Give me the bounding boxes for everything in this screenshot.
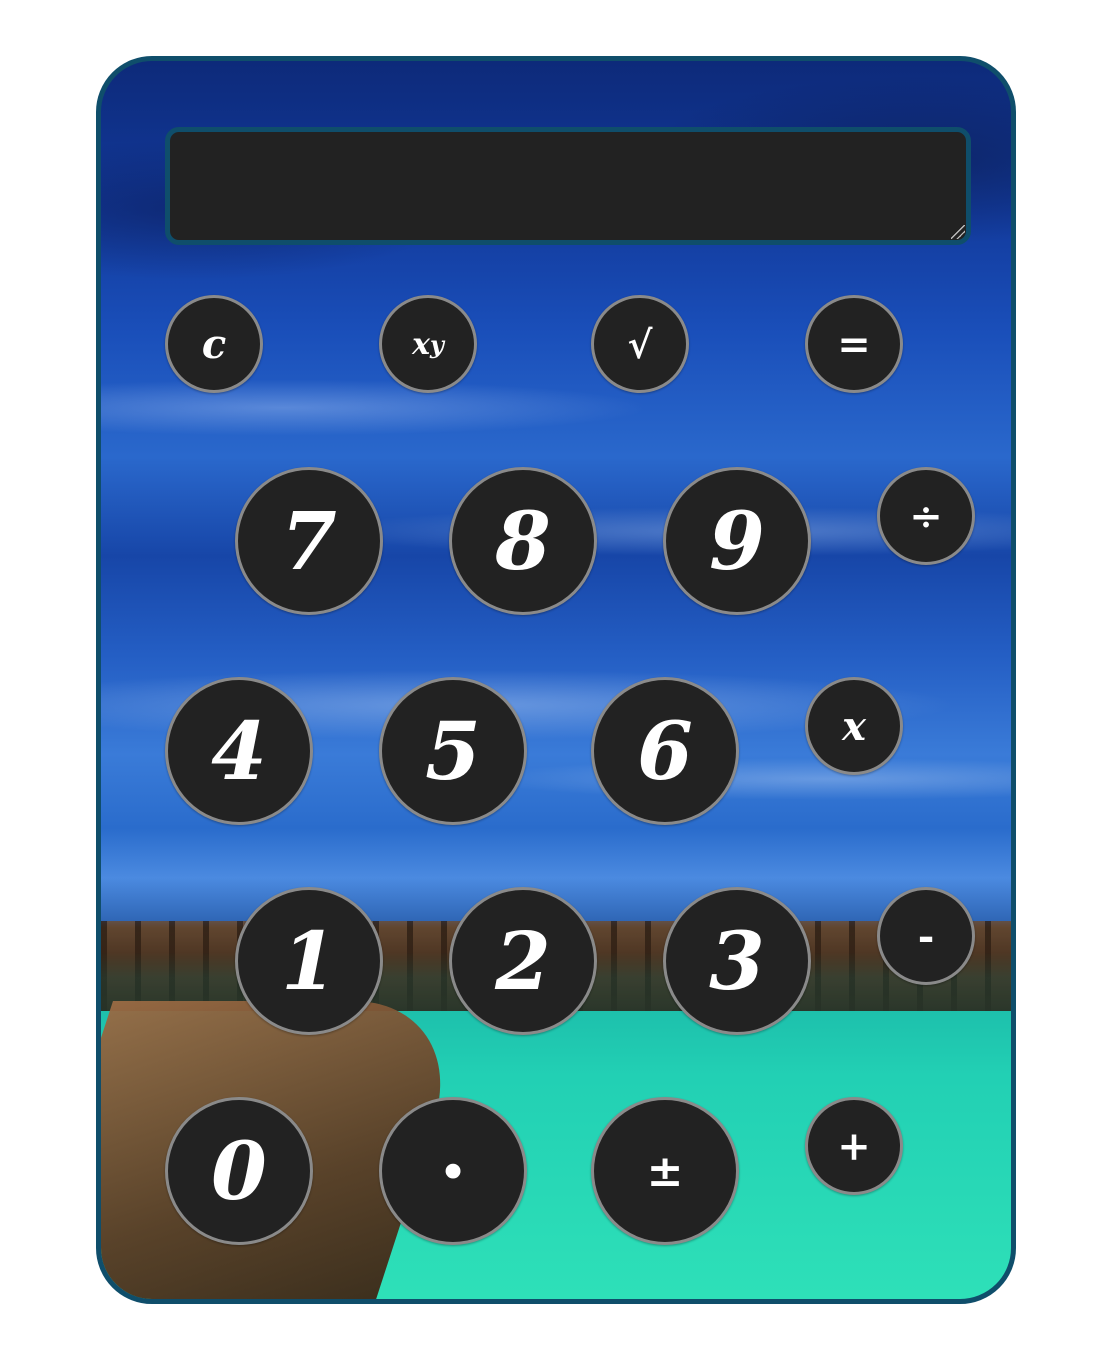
subtract-button[interactable]: - (877, 887, 975, 985)
calculator-body: c xy √ = 7 8 9 ÷ 4 5 6 x 1 2 3 - 0 · ± + (96, 56, 1016, 1304)
plus-minus-button-label: ± (646, 1145, 684, 1197)
digit-3-label: 3 (709, 914, 765, 1008)
digit-7-button[interactable]: 7 (235, 467, 383, 615)
digit-7-label: 7 (281, 494, 337, 588)
digit-4-label: 4 (211, 704, 267, 798)
digit-9-label: 9 (709, 494, 765, 588)
decimal-button[interactable]: · (379, 1097, 527, 1245)
sqrt-button[interactable]: √ (591, 295, 689, 393)
digit-5-button[interactable]: 5 (379, 677, 527, 825)
subtract-button-label: - (917, 912, 935, 960)
power-button-exponent: y (429, 329, 444, 359)
decimal-button-label: · (439, 1124, 467, 1218)
digit-1-button[interactable]: 1 (235, 887, 383, 1035)
add-button[interactable]: + (805, 1097, 903, 1195)
multiply-button-label: x (842, 702, 866, 750)
equals-button[interactable]: = (805, 295, 903, 393)
digit-2-label: 2 (495, 914, 551, 1008)
digit-4-button[interactable]: 4 (165, 677, 313, 825)
digit-0-button[interactable]: 0 (165, 1097, 313, 1245)
digit-3-button[interactable]: 3 (663, 887, 811, 1035)
divide-button[interactable]: ÷ (877, 467, 975, 565)
power-button-base: x (412, 326, 430, 362)
plus-minus-button[interactable]: ± (591, 1097, 739, 1245)
digit-5-label: 5 (425, 704, 481, 798)
digit-9-button[interactable]: 9 (663, 467, 811, 615)
digit-1-label: 1 (281, 914, 337, 1008)
power-button[interactable]: xy (379, 295, 477, 393)
digit-2-button[interactable]: 2 (449, 887, 597, 1035)
resize-grip-icon[interactable] (951, 225, 965, 239)
sqrt-button-label: √ (627, 321, 653, 367)
digit-6-label: 6 (637, 704, 693, 798)
equals-button-label: = (837, 320, 871, 368)
clear-button[interactable]: c (165, 295, 263, 393)
add-button-label: + (837, 1122, 871, 1170)
digit-0-label: 0 (211, 1124, 267, 1218)
divide-button-label: ÷ (909, 492, 943, 540)
clear-button-label: c (201, 320, 227, 368)
multiply-button[interactable]: x (805, 677, 903, 775)
digit-6-button[interactable]: 6 (591, 677, 739, 825)
digit-8-button[interactable]: 8 (449, 467, 597, 615)
calculator-display[interactable] (165, 127, 971, 245)
digit-8-label: 8 (495, 494, 551, 588)
